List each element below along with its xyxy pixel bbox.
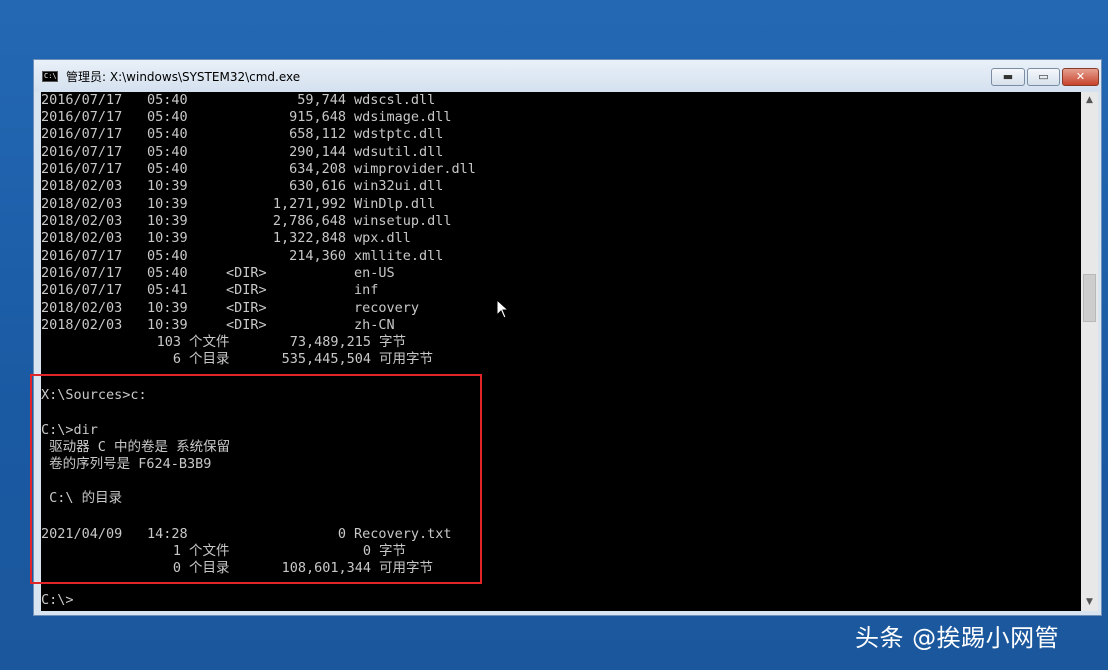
dirs-free: 535,445,504 — [281, 351, 371, 367]
row-dir-tag: <DIR> — [226, 265, 267, 281]
row-time: 10:39 — [147, 317, 188, 333]
scroll-down-arrow-icon[interactable]: ▼ — [1081, 594, 1098, 611]
row-date: 2018/02/03 — [41, 300, 123, 316]
files-count: 103 — [156, 334, 181, 350]
row-name: wdscsl.dll — [354, 92, 436, 108]
listing-row: 2018/02/03 10:39 <DIR> zh-CN — [41, 317, 395, 334]
row-name: en-US — [354, 265, 395, 281]
row-name: xmllite.dll — [354, 248, 444, 264]
row-time: 05:40 — [147, 161, 188, 177]
row-dir-tag: <DIR> — [226, 300, 267, 316]
row-date: 2016/07/17 — [41, 248, 123, 264]
title-bar[interactable]: C:\ 管理员: X:\windows\SYSTEM32\cmd.exe ▬ ▭… — [34, 60, 1101, 92]
row-time: 05:40 — [147, 248, 188, 264]
listing-row: 2018/02/03 10:39 630,616 win32ui.dll — [41, 178, 443, 195]
row-time: 10:39 — [147, 230, 188, 246]
command-prompt[interactable]: C:\> — [41, 592, 74, 609]
row-size: 290,144 — [289, 144, 346, 160]
row-time: 05:40 — [147, 126, 188, 142]
row-dir-tag: <DIR> — [226, 317, 267, 333]
row-name: win32ui.dll — [354, 178, 444, 194]
row-date: 2018/02/03 — [41, 196, 123, 212]
files-bytes: 73,489,215 — [289, 334, 371, 350]
row-date: 2016/07/17 — [41, 161, 123, 177]
row-name: wpx.dll — [354, 230, 411, 246]
row-size: 214,360 — [289, 248, 346, 264]
summary-dirs: 6 个目录 535,445,504 可用字节 — [41, 351, 433, 368]
row-time: 10:39 — [147, 178, 188, 194]
row-name: wdsutil.dll — [354, 144, 444, 160]
row-size: 915,648 — [289, 109, 346, 125]
row-time: 05:40 — [147, 265, 188, 281]
row-size: 658,112 — [289, 126, 346, 142]
minimize-button[interactable]: ▬ — [991, 68, 1025, 86]
row-time: 10:39 — [147, 196, 188, 212]
row-date: 2018/02/03 — [41, 230, 123, 246]
listing-row: 2016/07/17 05:40 658,112 wdstptc.dll — [41, 126, 443, 143]
bytes-label: 字节 — [379, 334, 406, 350]
cmd-icon: C:\ — [42, 71, 58, 82]
listing-row: 2016/07/17 05:40 214,360 xmllite.dll — [41, 248, 443, 265]
row-size: 1,271,992 — [272, 196, 346, 212]
row-size: 630,616 — [289, 178, 346, 194]
scroll-up-arrow-icon[interactable]: ▲ — [1081, 92, 1098, 109]
row-name: winsetup.dll — [354, 213, 452, 229]
listing-row: 2016/07/17 05:41 <DIR> inf — [41, 282, 378, 299]
vertical-scrollbar[interactable]: ▲ ▼ — [1081, 92, 1098, 611]
mouse-cursor-icon — [496, 299, 510, 319]
row-size: 2,786,648 — [272, 213, 346, 229]
row-name: inf — [354, 282, 379, 298]
highlight-box — [30, 374, 482, 584]
listing-row: 2018/02/03 10:39 <DIR> recovery — [41, 300, 419, 317]
row-date: 2016/07/17 — [41, 144, 123, 160]
row-name: recovery — [354, 300, 420, 316]
row-date: 2016/07/17 — [41, 126, 123, 142]
row-name: wimprovider.dll — [354, 161, 476, 177]
row-size: 59,744 — [297, 92, 346, 108]
listing-row: 2016/07/17 05:40 <DIR> en-US — [41, 265, 395, 282]
row-date: 2018/02/03 — [41, 317, 123, 333]
row-name: wdstptc.dll — [354, 126, 444, 142]
row-size: 634,208 — [289, 161, 346, 177]
listing-row: 2016/07/17 05:40 290,144 wdsutil.dll — [41, 144, 443, 161]
row-name: WinDlp.dll — [354, 196, 436, 212]
row-name: zh-CN — [354, 317, 395, 333]
watermark: 头条 @挨踢小网管 — [855, 624, 1060, 652]
maximize-button[interactable]: ▭ — [1027, 68, 1060, 86]
listing-row: 2016/07/17 05:40 59,744 wdscsl.dll — [41, 92, 435, 109]
dirs-count: 6 — [172, 351, 181, 367]
dirs-label: 个目录 — [189, 351, 230, 367]
window-title: 管理员: X:\windows\SYSTEM32\cmd.exe — [66, 70, 301, 84]
close-button[interactable]: ✕ — [1062, 68, 1099, 86]
listing-row: 2018/02/03 10:39 1,322,848 wpx.dll — [41, 230, 411, 247]
row-name: wdsimage.dll — [354, 109, 452, 125]
row-time: 05:40 — [147, 92, 188, 108]
row-time: 10:39 — [147, 300, 188, 316]
free-label: 可用字节 — [379, 351, 433, 367]
row-date: 2016/07/17 — [41, 265, 123, 281]
files-label: 个文件 — [189, 334, 230, 350]
summary-files: 103 个文件 73,489,215 字节 — [41, 334, 406, 351]
row-time: 05:40 — [147, 144, 188, 160]
row-date: 2018/02/03 — [41, 178, 123, 194]
row-dir-tag: <DIR> — [226, 282, 267, 298]
listing-row: 2016/07/17 05:40 634,208 wimprovider.dll — [41, 161, 476, 178]
listing-row: 2016/07/17 05:40 915,648 wdsimage.dll — [41, 109, 452, 126]
row-date: 2018/02/03 — [41, 213, 123, 229]
row-time: 05:41 — [147, 282, 188, 298]
row-date: 2016/07/17 — [41, 282, 123, 298]
row-date: 2016/07/17 — [41, 109, 123, 125]
row-time: 10:39 — [147, 213, 188, 229]
row-time: 05:40 — [147, 109, 188, 125]
listing-row: 2018/02/03 10:39 1,271,992 WinDlp.dll — [41, 196, 435, 213]
row-size: 1,322,848 — [272, 230, 346, 246]
row-date: 2016/07/17 — [41, 92, 123, 108]
scrollbar-thumb[interactable] — [1083, 274, 1096, 322]
listing-row: 2018/02/03 10:39 2,786,648 winsetup.dll — [41, 213, 452, 230]
